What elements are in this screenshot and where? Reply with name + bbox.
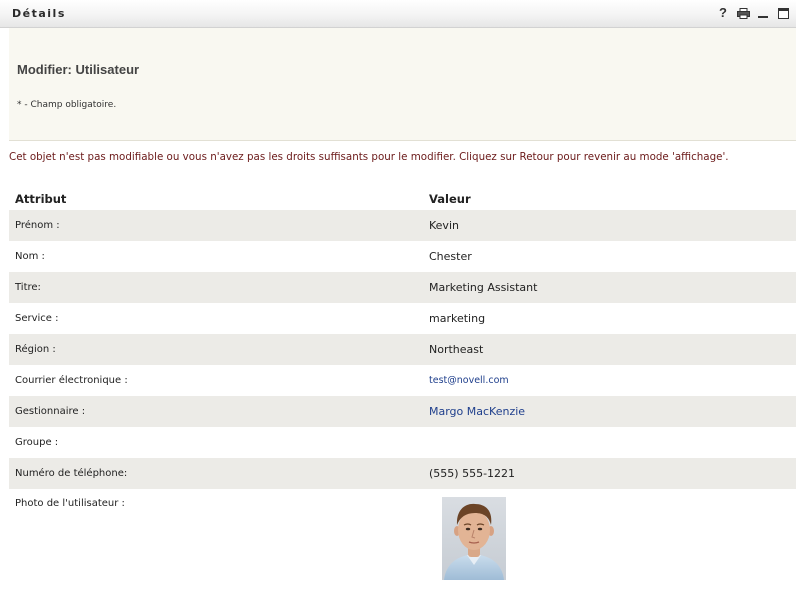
page-title: Modifier: Utilisateur <box>17 62 140 77</box>
help-icon[interactable]: ? <box>716 5 730 21</box>
print-icon[interactable] <box>736 5 750 21</box>
column-header-attribute: Attribut <box>15 192 67 206</box>
table-row-manager: Gestionnaire : Margo MacKenzie <box>9 396 796 427</box>
attribute-label: Service : <box>15 313 59 324</box>
attribute-value: Kevin <box>429 219 459 232</box>
attribute-label: Gestionnaire : <box>15 406 86 417</box>
attribute-value: Northeast <box>429 343 484 356</box>
email-link[interactable]: test@novell.com <box>422 375 796 386</box>
attribute-value: (555) 555-1221 <box>429 467 516 480</box>
table-row-email: Courrier électronique : test@novell.com <box>9 365 796 396</box>
manager-link[interactable]: Margo MacKenzie <box>422 405 796 418</box>
maximize-icon[interactable] <box>776 5 790 21</box>
attribute-table: Attribut Valeur Prénom : Kevin Nom : Che… <box>9 188 796 584</box>
attribute-label: Région : <box>15 344 56 355</box>
table-row-title: Titre: Marketing Assistant <box>9 272 796 303</box>
attribute-label: Groupe : <box>15 437 59 448</box>
minimize-icon[interactable] <box>756 5 770 21</box>
required-field-note: * - Champ obligatoire. <box>17 100 117 110</box>
attribute-value: Chester <box>429 250 472 263</box>
attribute-label: Courrier électronique : <box>15 375 128 386</box>
attribute-label: Prénom : <box>15 220 60 231</box>
attribute-value: marketing <box>429 312 486 325</box>
column-header-value: Valeur <box>429 192 471 206</box>
portlet-titlebar: Détails ? <box>0 0 796 28</box>
table-header: Attribut Valeur <box>9 188 796 210</box>
attribute-label: Titre: <box>15 282 41 293</box>
attribute-value: Marketing Assistant <box>429 281 538 294</box>
table-row-department: Service : marketing <box>9 303 796 334</box>
attribute-label: Nom : <box>15 251 45 262</box>
table-row-first-name: Prénom : Kevin <box>9 210 796 241</box>
portlet-title: Détails <box>12 7 66 20</box>
table-row-phone: Numéro de téléphone: (555) 555-1221 <box>9 458 796 489</box>
table-row-last-name: Nom : Chester <box>9 241 796 272</box>
photo-cell <box>422 489 796 580</box>
user-photo <box>442 497 506 580</box>
portlet-controls: ? <box>716 5 790 21</box>
help-icon-glyph: ? <box>719 5 727 20</box>
read-only-warning: Cet objet n'est pas modifiable ou vous n… <box>9 151 729 163</box>
form-header-panel: Modifier: Utilisateur * - Champ obligato… <box>9 28 796 141</box>
table-row-photo: Photo de l'utilisateur : <box>9 489 796 584</box>
attribute-label: Numéro de téléphone: <box>15 468 128 479</box>
attribute-label: Photo de l'utilisateur : <box>15 498 125 509</box>
table-row-region: Région : Northeast <box>9 334 796 365</box>
table-row-group: Groupe : <box>9 427 796 458</box>
